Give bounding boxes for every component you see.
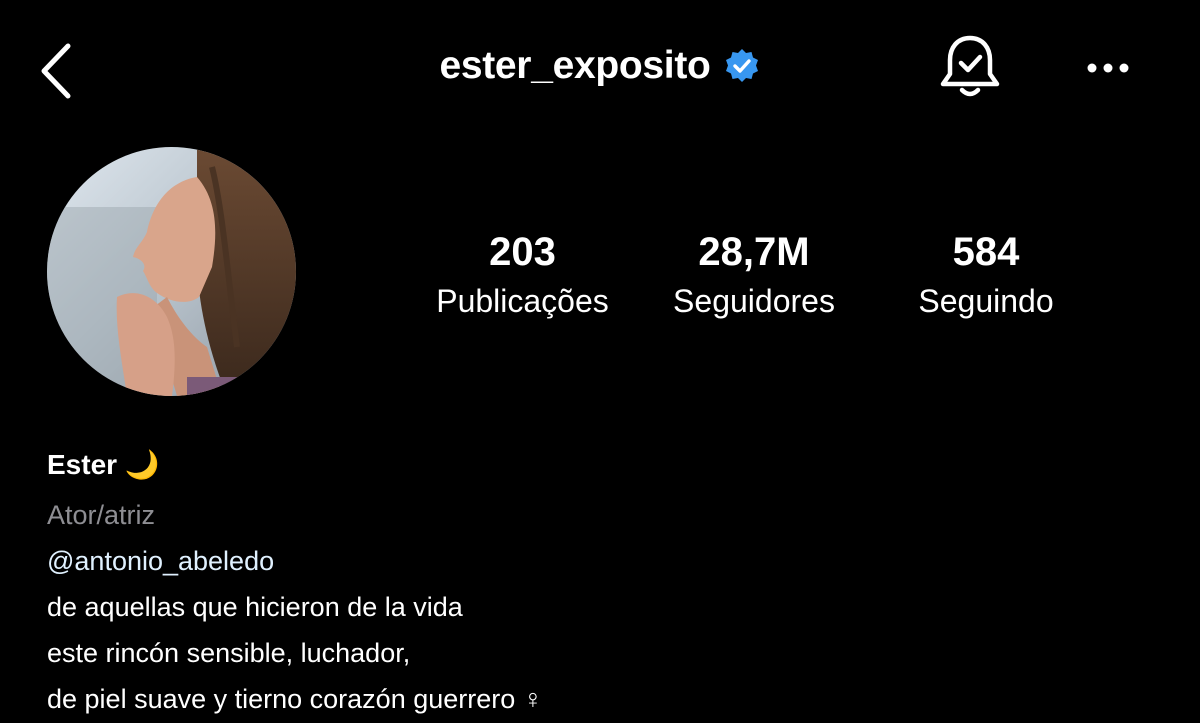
notifications-button[interactable]: [935, 30, 1005, 106]
followers-count: 28,7M: [698, 230, 810, 274]
more-options-button[interactable]: [1080, 48, 1140, 88]
username: ester_exposito: [439, 44, 711, 87]
profile-screen: ester_exposito 203 Publicações 28,7M Seg…: [0, 0, 1200, 723]
bio-text-line: este rincón sensible, luchador,: [47, 638, 411, 668]
posts-label: Publicações: [436, 283, 609, 319]
more-horizontal-icon: [1087, 63, 1129, 73]
bell-check-icon: [940, 35, 1000, 97]
profile-bio: Ester 🌙 Ator/atriz @antonio_abeledo de a…: [47, 444, 1147, 722]
bio-mention-link[interactable]: @antonio_abeledo: [47, 538, 1147, 584]
stat-followers[interactable]: 28,7M Seguidores: [645, 228, 863, 324]
following-count: 584: [952, 230, 1020, 274]
profile-avatar[interactable]: [47, 147, 296, 396]
profile-photo: [47, 147, 296, 396]
verified-badge-icon: [723, 47, 761, 85]
header-title: ester_exposito: [0, 44, 1200, 88]
bio-text-line: de piel suave y tierno corazón guerrero …: [47, 684, 544, 714]
stat-posts[interactable]: 203 Publicações: [400, 228, 645, 324]
following-label: Seguindo: [918, 283, 1054, 319]
bio-text-line: de aquellas que hicieron de la vida: [47, 592, 463, 622]
posts-count: 203: [489, 230, 556, 274]
display-name: Ester 🌙: [47, 449, 160, 480]
profile-header: ester_exposito: [0, 0, 1200, 140]
followers-label: Seguidores: [673, 283, 835, 319]
profile-category: Ator/atriz: [47, 500, 156, 530]
stat-following[interactable]: 584 Seguindo: [880, 228, 1092, 324]
